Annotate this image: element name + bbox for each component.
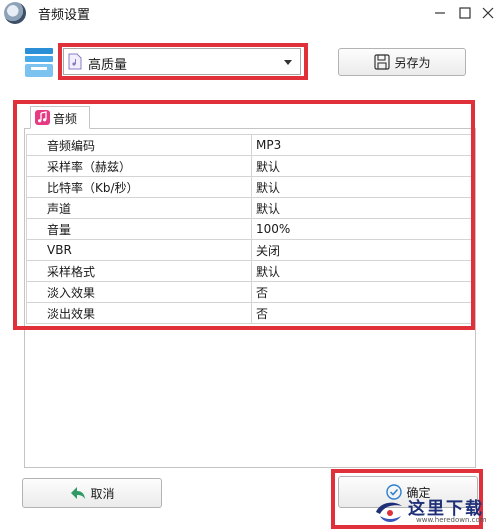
watermark-logo-icon [374,498,404,526]
maximize-icon [459,7,471,19]
minimize-button[interactable] [430,3,450,23]
title-bar: 音频设置 [0,0,501,26]
highlight-box-settings [13,100,475,330]
close-icon [482,7,494,19]
save-as-label: 另存为 [394,55,431,70]
watermark-url: www.heredown.com [416,516,487,524]
save-as-button[interactable]: 另存为 [338,48,466,76]
maximize-button[interactable] [455,3,475,23]
close-button[interactable] [478,3,498,23]
app-icon [4,2,26,24]
floppy-disk-icon [373,53,391,71]
minimize-icon [435,12,445,14]
cancel-button[interactable]: 取消 [22,478,162,508]
window-title: 音频设置 [38,8,91,23]
back-arrow-icon [69,484,87,502]
watermark: 这里下载 www.heredown.com [368,486,501,532]
cancel-label: 取消 [90,486,115,501]
preset-library-icon [22,46,56,80]
highlight-box-preset [58,43,308,80]
